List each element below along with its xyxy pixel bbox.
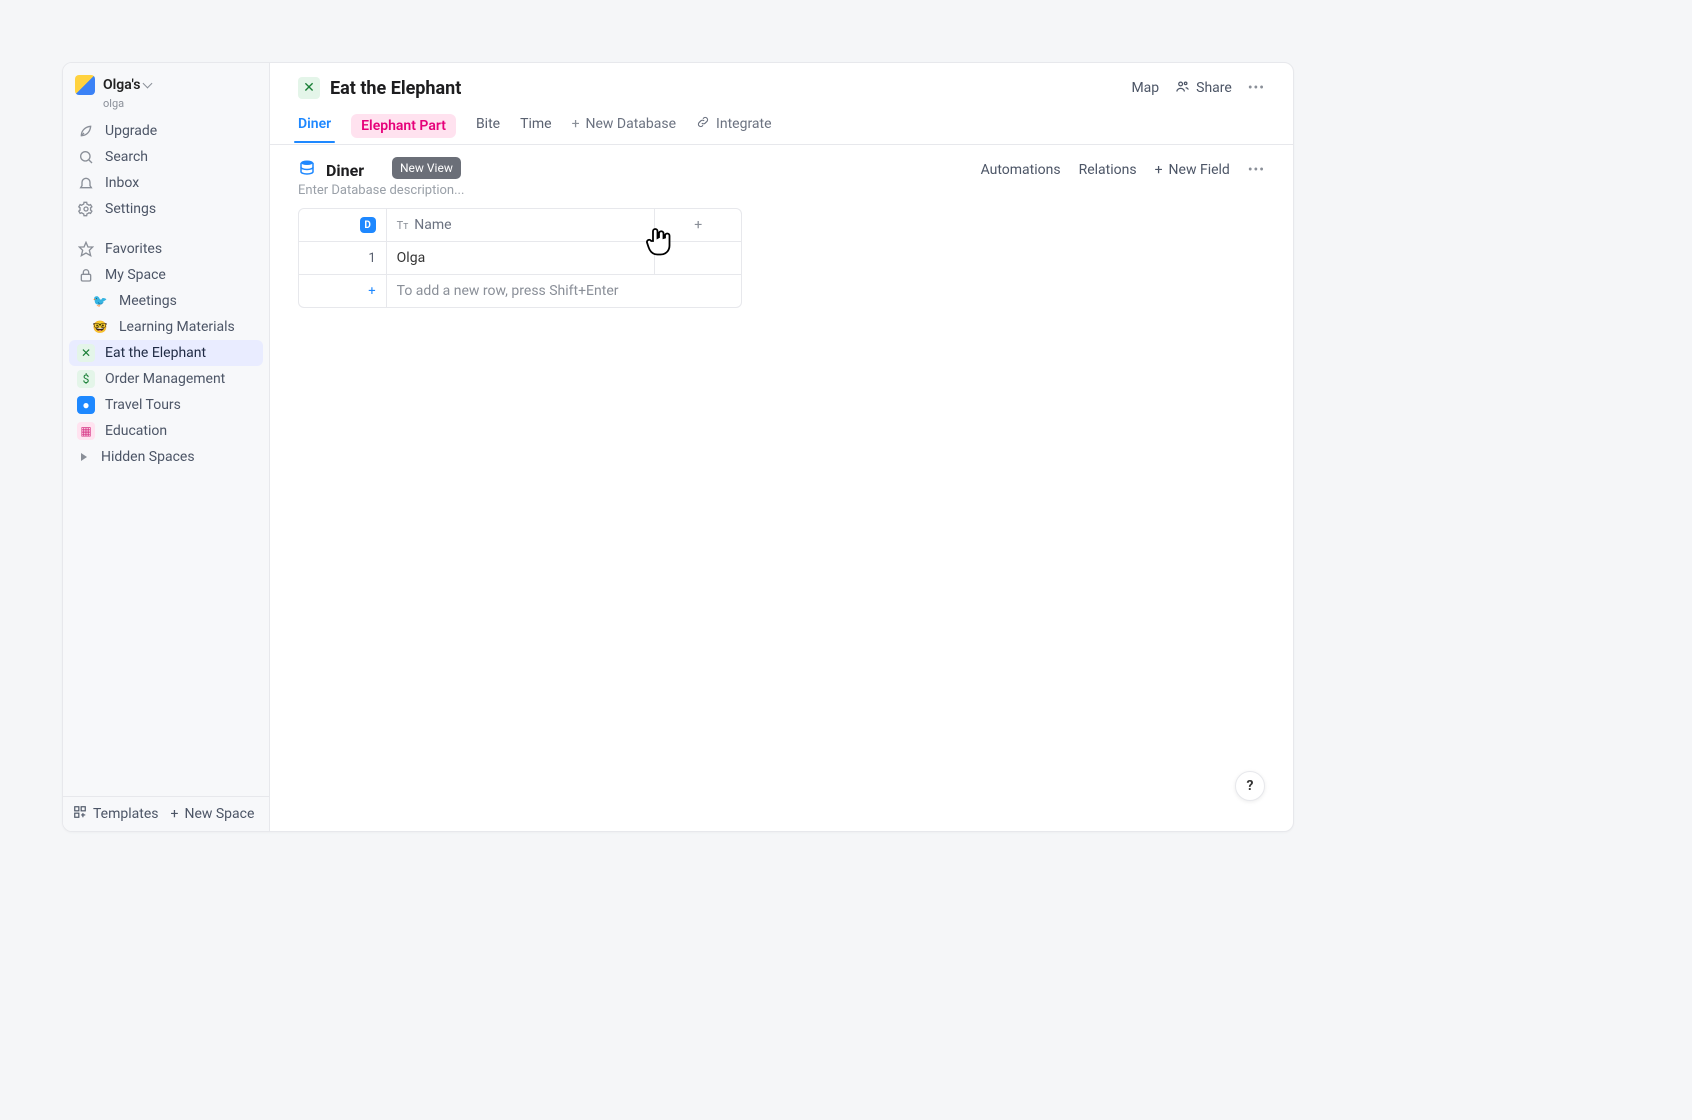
cell-name[interactable]: Olga [387, 242, 656, 274]
sidebar-item-order-management[interactable]: $ Order Management [69, 366, 263, 392]
utensils-icon: ✕ [77, 344, 95, 362]
sidebar-item-label: Upgrade [105, 123, 157, 139]
star-icon [77, 240, 95, 258]
database-more-button[interactable]: ••• [1248, 162, 1265, 178]
sidebar: Olga's olga Upgrade Search [63, 63, 270, 831]
add-column-button[interactable]: + [655, 209, 741, 241]
relations-button[interactable]: Relations [1079, 162, 1137, 178]
space-label: Eat the Elephant [105, 345, 206, 361]
footer-templates-label: Templates [93, 806, 159, 822]
sidebar-favorites[interactable]: Favorites [69, 236, 263, 262]
database-name[interactable]: Diner [326, 161, 364, 180]
space-label: Order Management [105, 371, 225, 387]
tab-diner[interactable]: Diner [298, 116, 331, 142]
space-label: Learning Materials [119, 319, 235, 335]
people-icon [1175, 79, 1190, 98]
rocket-icon [77, 122, 95, 140]
d-badge-icon: D [360, 217, 376, 233]
tab-bite[interactable]: Bite [476, 116, 500, 142]
sidebar-section-label: Hidden Spaces [101, 449, 195, 465]
sidebar-item-upgrade[interactable]: Upgrade [69, 118, 263, 144]
sidebar-item-label: Search [105, 149, 148, 165]
main-area: ✕ Eat the Elephant Map Share ••• Diner [270, 63, 1293, 831]
page-title[interactable]: Eat the Elephant [330, 78, 461, 99]
integrate-button[interactable]: Integrate [696, 115, 772, 143]
link-icon [696, 115, 710, 133]
sidebar-item-search[interactable]: Search [69, 144, 263, 170]
column-header-name[interactable]: Tᴛ Name [387, 209, 656, 241]
sidebar-item-inbox[interactable]: Inbox [69, 170, 263, 196]
plus-icon: + [694, 217, 702, 233]
add-row-button[interactable]: + [299, 275, 387, 307]
sidebar-item-travel-tours[interactable]: ● Travel Tours [69, 392, 263, 418]
workspace-subtitle: olga [91, 97, 269, 116]
help-button[interactable]: ? [1235, 771, 1265, 801]
sidebar-section-label: Favorites [105, 241, 162, 257]
row-number-header[interactable]: D [299, 209, 387, 241]
dollar-icon: $ [77, 370, 95, 388]
sidebar-item-settings[interactable]: Settings [69, 196, 263, 222]
more-options-button[interactable]: ••• [1248, 80, 1265, 96]
plus-icon: + [171, 806, 179, 822]
database-icon [298, 159, 316, 181]
tab-elephant-part[interactable]: Elephant Part [351, 114, 456, 138]
sidebar-item-eat-the-elephant[interactable]: ✕ Eat the Elephant [69, 340, 263, 366]
search-icon [77, 148, 95, 166]
space-label: Education [105, 423, 167, 439]
workspace-name: Olga's [103, 77, 151, 93]
sidebar-myspace[interactable]: My Space [69, 262, 263, 288]
share-button[interactable]: Share [1175, 79, 1232, 98]
chevron-right-icon [77, 453, 91, 461]
page-icon[interactable]: ✕ [298, 77, 320, 99]
automations-button[interactable]: Automations [981, 162, 1061, 178]
new-field-button[interactable]: + New Field [1155, 162, 1230, 178]
data-grid: D Tᴛ Name + 1 Olga [298, 208, 742, 308]
sidebar-item-learning-materials[interactable]: 🤓 Learning Materials [69, 314, 263, 340]
bell-icon [77, 174, 95, 192]
sidebar-section-label: My Space [105, 267, 166, 283]
text-type-icon: Tᴛ [397, 219, 409, 232]
new-view-tooltip: New View [392, 157, 461, 179]
row-number[interactable]: 1 [299, 242, 387, 274]
sidebar-item-meetings[interactable]: 🐦 Meetings [69, 288, 263, 314]
new-database-button[interactable]: + New Database [572, 116, 676, 142]
database-description-input[interactable]: Enter Database description... [270, 183, 1293, 208]
gear-icon [77, 200, 95, 218]
sidebar-hidden-spaces[interactable]: Hidden Spaces [69, 444, 263, 470]
sidebar-item-label: Settings [105, 201, 156, 217]
lock-icon [77, 266, 95, 284]
workspace-logo-icon [75, 75, 95, 95]
cell-empty[interactable] [655, 242, 741, 274]
space-label: Meetings [119, 293, 177, 309]
footer-new-space[interactable]: + New Space [171, 806, 255, 822]
plus-icon: + [1155, 162, 1163, 178]
emoji-icon: 🤓 [91, 318, 109, 336]
emoji-icon: 🐦 [91, 292, 109, 310]
map-button[interactable]: Map [1131, 80, 1159, 96]
tab-time[interactable]: Time [520, 116, 551, 142]
grid-plus-icon [73, 805, 87, 823]
sidebar-item-label: Inbox [105, 175, 139, 191]
globe-icon: ● [77, 396, 95, 414]
workspace-switcher[interactable]: Olga's [63, 63, 269, 101]
plus-icon: + [572, 116, 580, 132]
footer-templates[interactable]: Templates [73, 805, 159, 823]
plus-icon: + [368, 284, 375, 299]
new-row-hint[interactable]: To add a new row, press Shift+Enter [387, 275, 741, 307]
space-label: Travel Tours [105, 397, 181, 413]
sidebar-item-education[interactable]: ▦ Education [69, 418, 263, 444]
book-icon: ▦ [77, 422, 95, 440]
footer-new-space-label: New Space [184, 806, 254, 822]
